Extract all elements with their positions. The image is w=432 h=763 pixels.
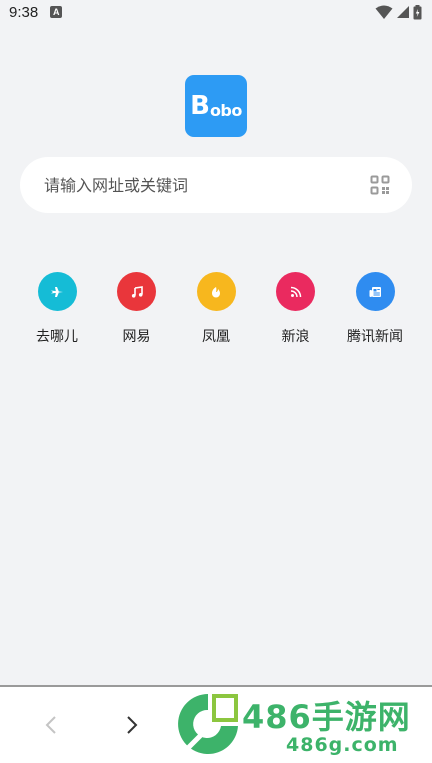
status-bar: 9:38 A [0, 0, 432, 24]
qr-scan-icon[interactable] [370, 175, 390, 195]
notification-icon: A [50, 6, 63, 18]
wifi-icon [375, 5, 393, 19]
rss-icon [276, 272, 315, 311]
search-input[interactable] [44, 175, 370, 195]
shortcut-tencent-news[interactable]: 腾讯新闻 [336, 272, 414, 346]
app-logo: Bobo [185, 75, 247, 137]
watermark: 486手游网 486g.com [176, 690, 432, 763]
watermark-title: 486手游网 [242, 698, 411, 736]
phoenix-icon [196, 272, 236, 311]
shortcut-sina[interactable]: 新浪 [257, 272, 335, 346]
shortcut-label: 新浪 [281, 329, 310, 345]
chevron-right-icon [127, 716, 138, 734]
shortcut-label: 去哪儿 [36, 329, 78, 345]
shortcut-label: 腾讯新闻 [347, 329, 403, 345]
shortcut-ifeng[interactable]: 凤凰 [177, 272, 255, 346]
chevron-left-icon [45, 716, 56, 734]
logo-rest: obo [209, 100, 242, 120]
shortcut-label: 网易 [122, 329, 151, 345]
battery-icon [413, 4, 422, 19]
status-right [375, 4, 422, 20]
status-left: 9:38 A [9, 3, 63, 21]
forward-button[interactable] [118, 711, 146, 739]
shortcut-qunar[interactable]: 去哪儿 [18, 272, 96, 346]
logo-first-letter: B [190, 91, 210, 121]
back-button[interactable] [37, 711, 65, 739]
shortcut-label: 凤凰 [202, 329, 230, 345]
music-note-icon [117, 272, 156, 311]
airplane-icon [37, 272, 77, 311]
watermark-logo-icon [178, 694, 238, 754]
shortcut-netease[interactable]: 网易 [98, 272, 176, 346]
newspaper-icon [355, 272, 395, 311]
watermark-url: 486g.com [286, 734, 399, 756]
clock: 9:38 [9, 3, 39, 21]
signal-icon [397, 6, 409, 18]
search-box[interactable] [20, 157, 412, 213]
shortcut-grid: 去哪儿 网易 凤凰 新浪 腾讯新闻 [18, 272, 414, 346]
